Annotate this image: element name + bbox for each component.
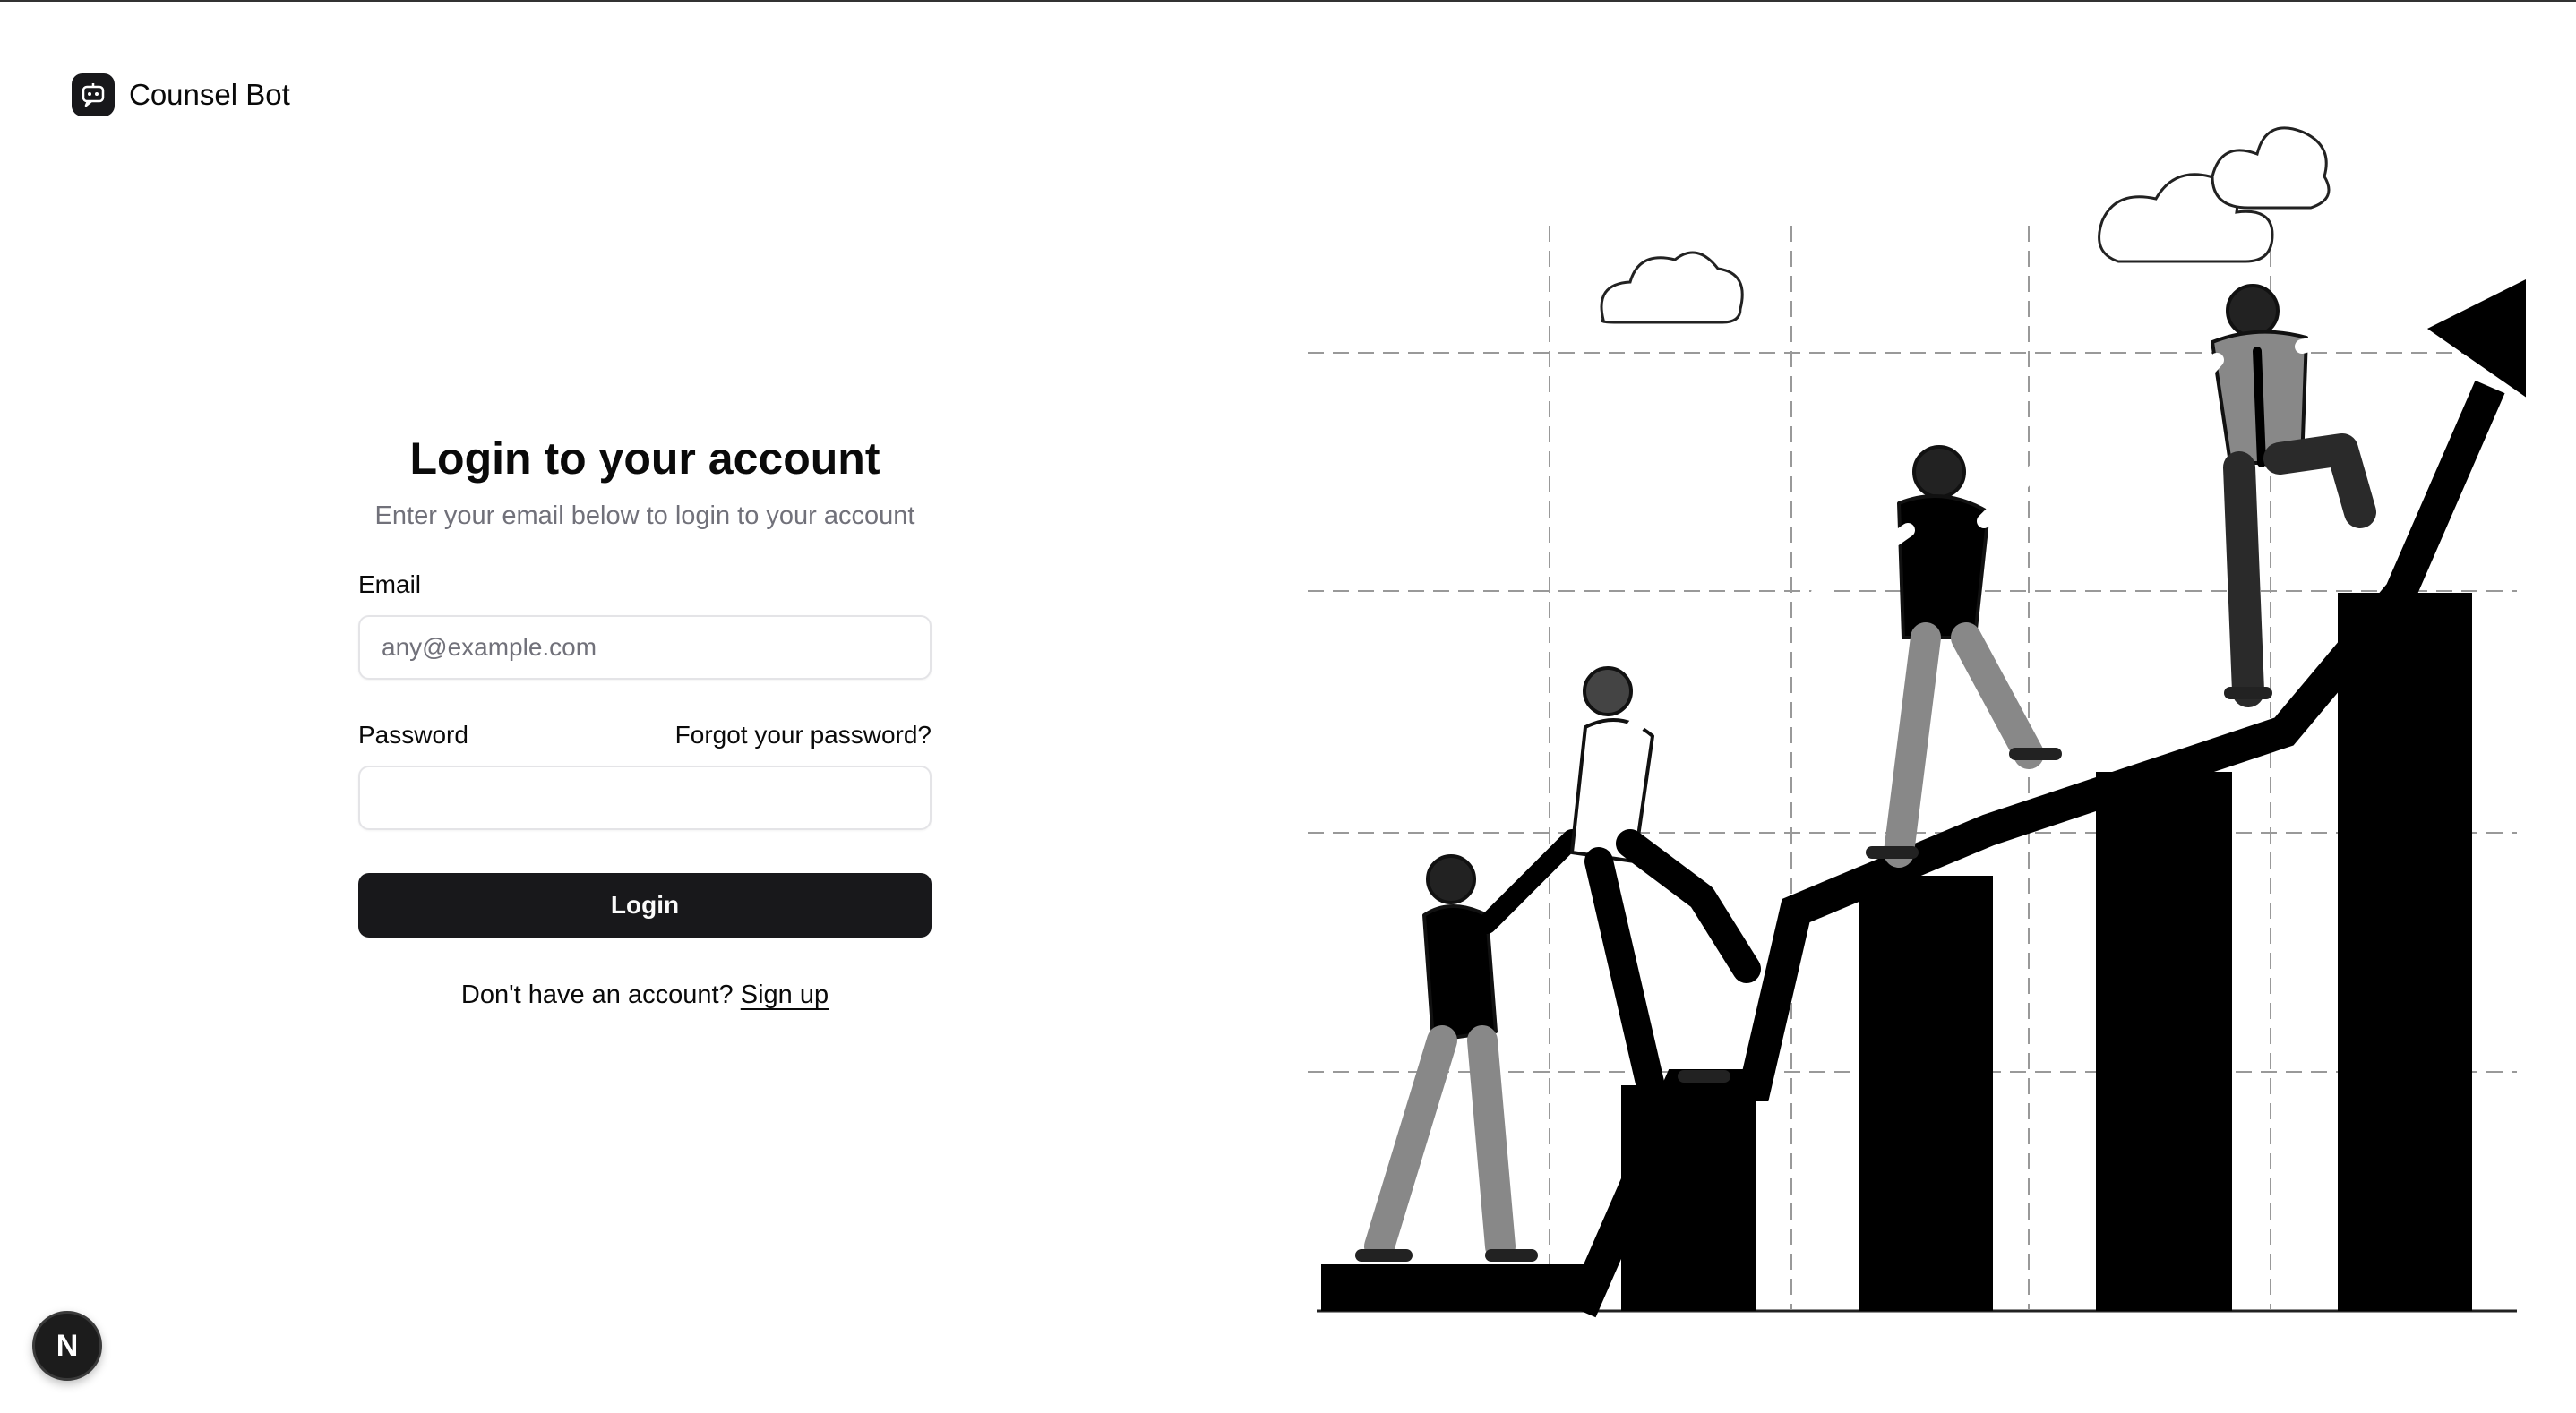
login-button[interactable]: Login xyxy=(358,873,932,938)
signup-link[interactable]: Sign up xyxy=(741,981,829,1009)
signup-prompt: Don't have an account? xyxy=(460,981,734,1009)
login-page: Counsel Bot Login to your account Enter … xyxy=(0,0,2576,1413)
team-climbing-growth-chart-icon xyxy=(1308,126,2526,1318)
chat-bot-icon xyxy=(72,73,115,116)
password-field[interactable] xyxy=(358,766,932,830)
password-label-row: Password Forgot your password? xyxy=(358,721,932,749)
signup-row: Don't have an account? Sign up xyxy=(358,981,932,1010)
page-title: Login to your account xyxy=(409,433,880,484)
password-label: Password xyxy=(358,721,468,749)
dev-badge-letter: N xyxy=(56,1328,79,1363)
brand-name: Counsel Bot xyxy=(129,78,290,111)
nextjs-dev-icon[interactable]: N xyxy=(32,1311,102,1381)
login-form: Login to your account Enter your email b… xyxy=(358,432,932,1010)
email-label: Email xyxy=(358,570,422,598)
brand-header[interactable]: Counsel Bot xyxy=(72,73,290,116)
page-subtitle: Enter your email below to login to your … xyxy=(374,501,915,530)
email-field[interactable] xyxy=(358,615,932,680)
forgot-password-link[interactable]: Forgot your password? xyxy=(675,721,932,749)
